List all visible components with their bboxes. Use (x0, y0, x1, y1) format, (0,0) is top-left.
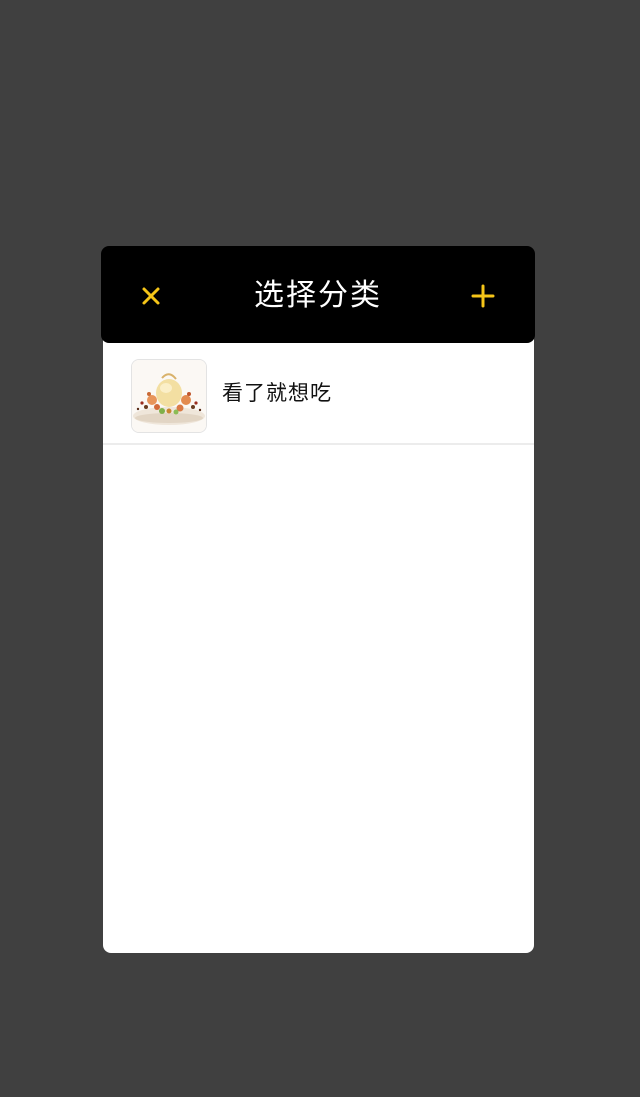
category-label: 看了就想吃 (222, 381, 332, 405)
category-thumbnail (131, 359, 207, 433)
category-item[interactable]: 看了就想吃 (103, 343, 534, 445)
add-category-button[interactable] (461, 274, 505, 318)
select-category-dialog: 看了就想吃 选择分类 (101, 246, 535, 953)
dialog-body: 看了就想吃 (103, 276, 534, 953)
dialog-header: 选择分类 (101, 246, 535, 343)
dessert-plate-image (132, 360, 206, 432)
plus-icon (471, 284, 495, 308)
category-list: 看了就想吃 (103, 343, 534, 445)
